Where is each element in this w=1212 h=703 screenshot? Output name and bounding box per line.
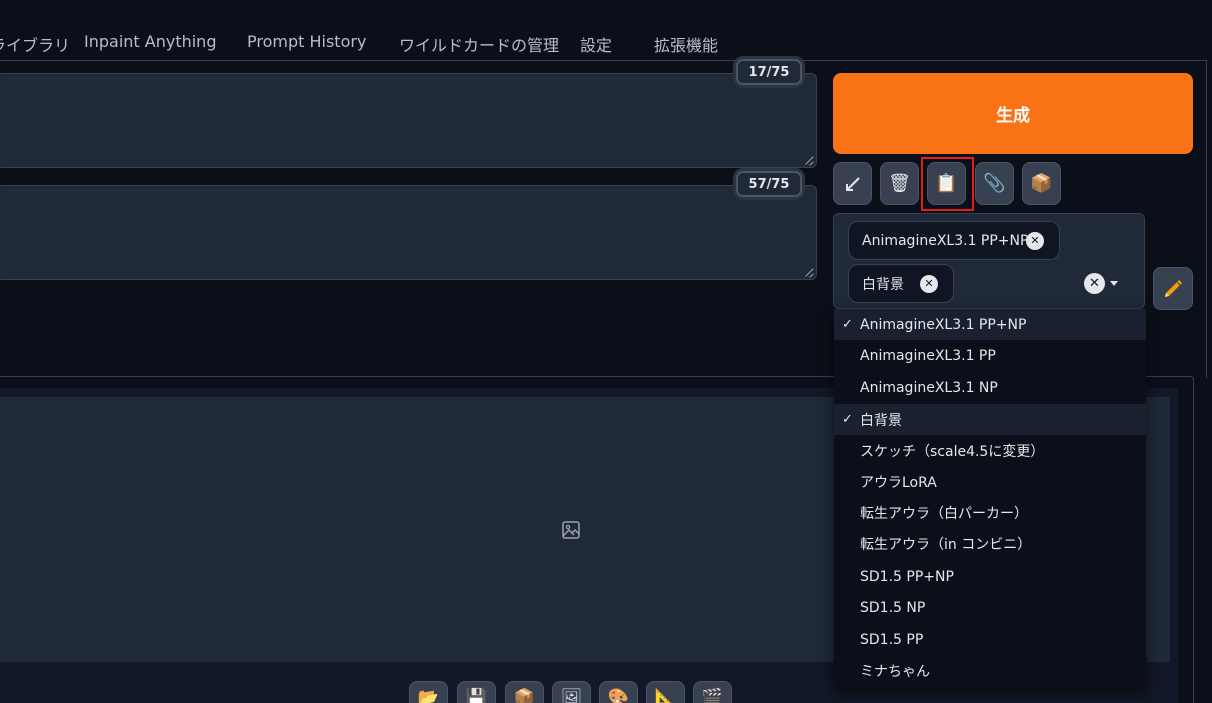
attach-button[interactable]: 📎 (975, 162, 1014, 205)
styles-multiselect[interactable]: AnimagineXL3.1 PP+NP ✕ 白背景 ✕ (833, 213, 1145, 309)
style-option-label: ミナちゃん (860, 663, 930, 680)
style-option[interactable]: ✓ 白背景 (834, 404, 1146, 435)
tab-settings[interactable]: 設定 (580, 32, 612, 56)
panel-border (1206, 60, 1207, 378)
open-folder-button[interactable]: 📂 (409, 681, 448, 703)
style-option-label: 転生アウラ（in コンビニ） (860, 536, 1032, 553)
style-option[interactable]: スケッチ（scale4.5に変更） (834, 435, 1146, 466)
remove-chip-icon[interactable]: ✕ (1026, 231, 1044, 250)
style-option[interactable]: SD1.5 PP (834, 624, 1146, 655)
style-chip: AnimagineXL3.1 PP+NP ✕ (848, 221, 1060, 260)
save-button[interactable]: 💾 (457, 681, 496, 703)
prompt-token-counter: 17/75 (736, 59, 802, 85)
pencil-icon (1165, 279, 1182, 297)
style-option-label: SD1.5 PP (860, 631, 924, 648)
style-option-label: SD1.5 PP+NP (860, 568, 954, 585)
clapper-icon: 🎬 (701, 688, 724, 703)
send-to-video-button[interactable]: 🎬 (693, 681, 732, 703)
highlight-box (921, 157, 974, 211)
clear-prompt-button[interactable]: 🗑 (880, 162, 919, 205)
folder-icon: 📂 (417, 688, 440, 703)
style-chip: 白背景 ✕ (848, 264, 954, 303)
resize-handle[interactable] (805, 156, 814, 165)
style-option[interactable]: ミナちゃん (834, 655, 1146, 686)
tab-prompt-history[interactable]: Prompt History (247, 32, 366, 51)
send-to-extras-button[interactable]: 📐 (646, 681, 685, 703)
box-icon: 📦 (1030, 173, 1053, 194)
style-option[interactable]: AnimagineXL3.1 NP (834, 372, 1146, 403)
palette-icon: 🎨 (607, 688, 630, 703)
check-icon: ✓ (842, 317, 853, 332)
style-option-label: アウラLoRA (860, 474, 937, 491)
remove-chip-icon[interactable]: ✕ (920, 274, 938, 293)
negative-prompt-token-counter: 57/75 (736, 171, 802, 197)
trash-icon: 🗑 (888, 173, 911, 194)
save-icon: 💾 (465, 688, 488, 703)
tab-wildcards[interactable]: ワイルドカードの管理 (399, 32, 559, 56)
image-icon: 🖼 (560, 688, 583, 703)
tab-bar: ライブラリ Inpaint Anything Prompt History ワイ… (0, 28, 1212, 60)
style-option-label: AnimagineXL3.1 NP (860, 379, 998, 396)
chevron-down-icon[interactable] (1110, 281, 1118, 286)
tab-library[interactable]: ライブラリ (0, 32, 70, 56)
style-option[interactable]: 転生アウラ（in コンビニ） (834, 528, 1146, 559)
resize-handle[interactable] (805, 268, 814, 277)
extra-networks-button[interactable]: 📦 (1022, 162, 1061, 205)
clear-all-icon[interactable]: ✕ (1084, 273, 1105, 294)
archive-icon: 📦 (513, 688, 536, 703)
style-option-label: スケッチ（scale4.5に変更） (860, 443, 1045, 460)
negative-prompt-textarea[interactable] (0, 185, 817, 280)
read-generation-params-button[interactable] (833, 162, 872, 205)
tab-inpaint-anything[interactable]: Inpaint Anything (84, 32, 216, 51)
style-option-label: AnimagineXL3.1 PP (860, 347, 996, 364)
send-to-inpaint-button[interactable]: 🎨 (599, 681, 638, 703)
style-option[interactable]: SD1.5 NP (834, 592, 1146, 623)
image-placeholder-icon (562, 521, 580, 539)
style-option-label: SD1.5 NP (860, 599, 926, 616)
send-to-img2img-button[interactable]: 🖼 (552, 681, 591, 703)
style-option[interactable]: アウラLoRA (834, 466, 1146, 497)
arrow-icon (845, 176, 860, 191)
check-icon: ✓ (842, 412, 853, 427)
style-option-label: AnimagineXL3.1 PP+NP (860, 316, 1027, 333)
style-option[interactable]: AnimagineXL3.1 PP (834, 340, 1146, 371)
zip-button[interactable]: 📦 (505, 681, 544, 703)
paperclip-icon: 📎 (983, 173, 1006, 194)
style-option-label: 白背景 (860, 412, 902, 429)
edit-styles-button[interactable] (1153, 267, 1193, 310)
tab-divider (0, 60, 1207, 61)
style-option[interactable]: 転生アウラ（白パーカー） (834, 497, 1146, 528)
generate-button[interactable]: 生成 (833, 73, 1193, 154)
prompt-textarea[interactable] (0, 73, 817, 168)
style-chip-label: AnimagineXL3.1 PP+NP (862, 232, 1029, 249)
triangle-ruler-icon: 📐 (654, 688, 677, 703)
tab-extensions[interactable]: 拡張機能 (654, 32, 718, 56)
style-option[interactable]: ✓ AnimagineXL3.1 PP+NP (834, 309, 1146, 340)
style-option-label: 転生アウラ（白パーカー） (860, 505, 1028, 522)
style-chip-label: 白背景 (862, 276, 904, 293)
styles-dropdown: ✓ AnimagineXL3.1 PP+NP AnimagineXL3.1 PP … (834, 309, 1146, 687)
style-option[interactable]: SD1.5 PP+NP (834, 561, 1146, 592)
